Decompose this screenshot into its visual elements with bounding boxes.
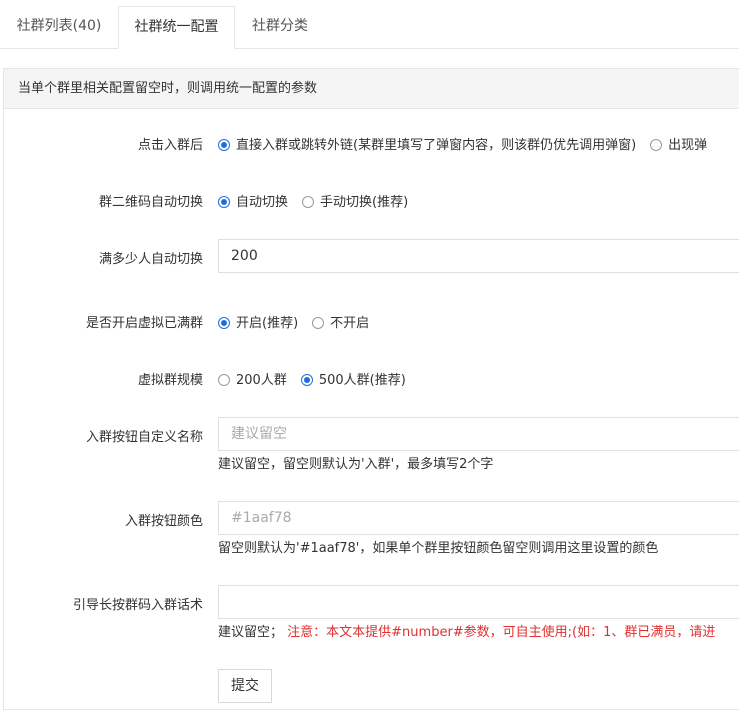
virtual-full-options: 开启(推荐) 不开启: [218, 312, 383, 331]
radio-auto-switch[interactable]: 自动切换: [218, 191, 288, 210]
radio-size-200[interactable]: 200人群: [218, 369, 287, 388]
panel-header: 当单个群里相关配置留空时，则调用统一配置的参数: [4, 69, 739, 109]
tab-group-category[interactable]: 社群分类: [234, 6, 326, 47]
btn-color-label: 入群按钮颜色: [124, 514, 203, 529]
radio-popup[interactable]: 出现弹: [650, 134, 707, 153]
radio-icon[interactable]: [312, 316, 325, 329]
qr-switch-options: 自动切换 手动切换(推荐): [218, 191, 422, 210]
btn-name-input[interactable]: 建议留空: [218, 417, 739, 451]
tab-group-list[interactable]: 社群列表(40): [0, 6, 118, 47]
radio-disable-virtual[interactable]: 不开启: [312, 312, 369, 331]
radio-icon[interactable]: [218, 195, 230, 208]
radio-enable-virtual[interactable]: 开启(推荐): [218, 312, 298, 331]
tab-unified-config[interactable]: 社群统一配置: [118, 6, 235, 49]
radio-icon[interactable]: [218, 316, 230, 329]
click-join-label: 点击入群后: [137, 138, 203, 153]
virtual-size-label: 虚拟群规模: [137, 373, 203, 388]
btn-name-help: 建议留空，留空则默认为'入群'，最多填写2个字: [218, 457, 494, 472]
radio-icon[interactable]: [300, 373, 313, 386]
full-count-label: 满多少人自动切换: [98, 252, 203, 267]
radio-icon[interactable]: [218, 138, 230, 151]
guide-text-input[interactable]: [218, 585, 739, 619]
tab-bar: 社群列表(40) 社群统一配置 社群分类: [0, 0, 739, 49]
submit-button[interactable]: 提交: [218, 669, 272, 703]
click-join-options: 直接入群或跳转外链(某群里填写了弹窗内容，则该群仍优先调用弹窗) 出现弹: [218, 134, 721, 153]
virtual-full-label: 是否开启虚拟已满群: [85, 316, 203, 331]
radio-direct-join[interactable]: 直接入群或跳转外链(某群里填写了弹窗内容，则该群仍优先调用弹窗): [218, 134, 636, 153]
qr-switch-label: 群二维码自动切换: [98, 195, 203, 210]
radio-icon[interactable]: [218, 373, 230, 386]
guide-text-help: 建议留空； 注意：本文本提供#number#参数，可自主使用;(如：1、群已满员…: [218, 625, 716, 640]
radio-icon[interactable]: [650, 138, 663, 151]
btn-name-label: 入群按钮自定义名称: [85, 430, 203, 445]
btn-color-input[interactable]: #1aaf78: [218, 501, 739, 535]
radio-size-500[interactable]: 500人群(推荐): [300, 369, 406, 388]
radio-icon[interactable]: [302, 195, 315, 208]
virtual-size-options: 200人群 500人群(推荐): [218, 369, 420, 388]
radio-manual-switch[interactable]: 手动切换(推荐): [302, 191, 408, 210]
guide-text-warning: 注意：本文本提供#number#参数，可自主使用;(如：1、群已满员，请进: [287, 625, 716, 640]
btn-color-help: 留空则默认为'#1aaf78'，如果单个群里按钮颜色留空则调用这里设置的颜色: [218, 541, 659, 556]
full-count-input[interactable]: 200: [218, 239, 739, 273]
guide-text-label: 引导长按群码入群话术: [72, 598, 203, 613]
